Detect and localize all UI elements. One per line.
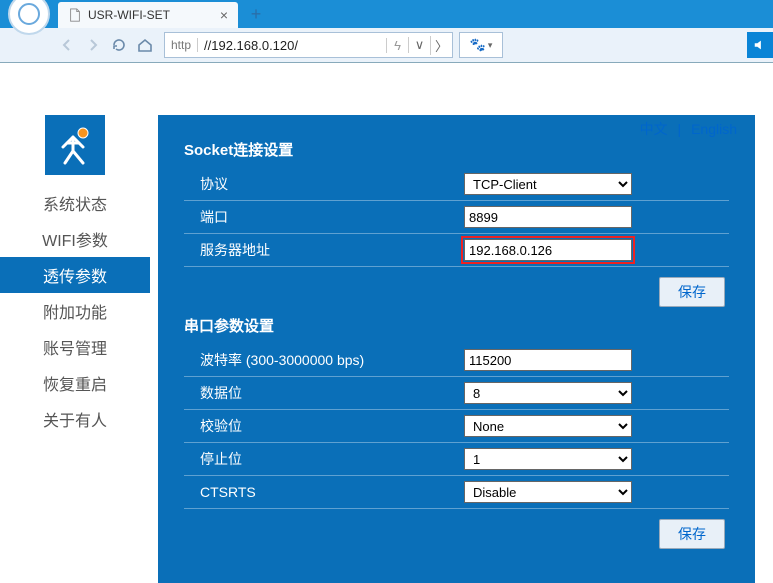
databits-label: 数据位 (184, 383, 464, 403)
sidebar-item-6[interactable]: 关于有人 (0, 401, 150, 437)
browser-chrome: USR-WIFI-SET × + http ϟ ∨ 〉 🐾▾ (0, 0, 773, 63)
serial-save-button[interactable]: 保存 (659, 519, 725, 549)
sidebar: 系统状态WIFI参数透传参数附加功能账号管理恢复重启关于有人 (0, 115, 150, 583)
address-bar: http ϟ ∨ 〉 (164, 32, 453, 58)
sidebar-item-4[interactable]: 账号管理 (0, 329, 150, 365)
baud-input[interactable] (464, 349, 632, 371)
socket-section-title: Socket连接设置 (184, 139, 729, 160)
main-panel: Socket连接设置 协议 TCP-Client 端口 服务器地址 保存 串口参… (158, 115, 755, 583)
lightning-icon[interactable]: ϟ (386, 38, 408, 53)
sidebar-item-1[interactable]: WIFI参数 (0, 221, 150, 257)
url-dropdown-button[interactable]: ∨ (408, 37, 430, 53)
nav-forward-button[interactable] (80, 32, 106, 58)
nav-home-button[interactable] (132, 32, 158, 58)
tab-title: USR-WIFI-SET (88, 8, 170, 22)
paw-dropdown[interactable]: 🐾▾ (459, 32, 503, 58)
sidebar-item-5[interactable]: 恢复重启 (0, 365, 150, 401)
protocol-select[interactable]: TCP-Client (464, 173, 632, 195)
server-label: 服务器地址 (184, 240, 464, 260)
home-icon (137, 37, 153, 53)
ctsrts-select[interactable]: Disable (464, 481, 632, 503)
chevron-left-icon (59, 37, 75, 53)
ctsrts-label: CTSRTS (184, 484, 464, 500)
url-input[interactable] (198, 38, 386, 53)
speaker-icon (753, 38, 767, 52)
tab-close-icon[interactable]: × (220, 7, 228, 23)
sound-button[interactable] (747, 32, 773, 58)
sidebar-item-3[interactable]: 附加功能 (0, 293, 150, 329)
socket-save-button[interactable]: 保存 (659, 277, 725, 307)
new-tab-button[interactable]: + (244, 4, 268, 24)
brand-logo (45, 115, 105, 175)
protocol-label: 协议 (184, 174, 464, 194)
stopbits-label: 停止位 (184, 449, 464, 469)
page-body: 中文 | English 系统状态WIFI参数透传参数附加功能账号管理恢复重启关… (0, 63, 773, 583)
language-links: 中文 | English (640, 119, 737, 139)
lang-separator: | (678, 121, 682, 137)
stopbits-select[interactable]: 1 (464, 448, 632, 470)
scheme-label: http (165, 38, 198, 52)
parity-select[interactable]: None (464, 415, 632, 437)
reload-icon (111, 37, 127, 53)
compass-icon (17, 2, 41, 26)
serial-section-title: 串口参数设置 (184, 315, 729, 336)
nav-bar: http ϟ ∨ 〉 🐾▾ (0, 28, 773, 62)
port-label: 端口 (184, 207, 464, 227)
lang-en-link[interactable]: English (691, 121, 737, 137)
databits-select[interactable]: 8 (464, 382, 632, 404)
port-input[interactable] (464, 206, 632, 228)
baud-label: 波特率 (300-3000000 bps) (184, 350, 464, 370)
url-go-button[interactable]: 〉 (430, 36, 452, 55)
sidebar-item-0[interactable]: 系统状态 (0, 185, 150, 221)
server-address-input[interactable] (464, 239, 632, 261)
parity-label: 校验位 (184, 416, 464, 436)
tab-bar: USR-WIFI-SET × + (0, 0, 773, 28)
person-icon (53, 123, 97, 167)
sidebar-item-2[interactable]: 透传参数 (0, 257, 150, 293)
lang-zh-link[interactable]: 中文 (640, 121, 668, 137)
chevron-right-icon (85, 37, 101, 53)
nav-back-button[interactable] (54, 32, 80, 58)
browser-tab[interactable]: USR-WIFI-SET × (58, 2, 238, 28)
page-icon (68, 8, 82, 22)
nav-reload-button[interactable] (106, 32, 132, 58)
